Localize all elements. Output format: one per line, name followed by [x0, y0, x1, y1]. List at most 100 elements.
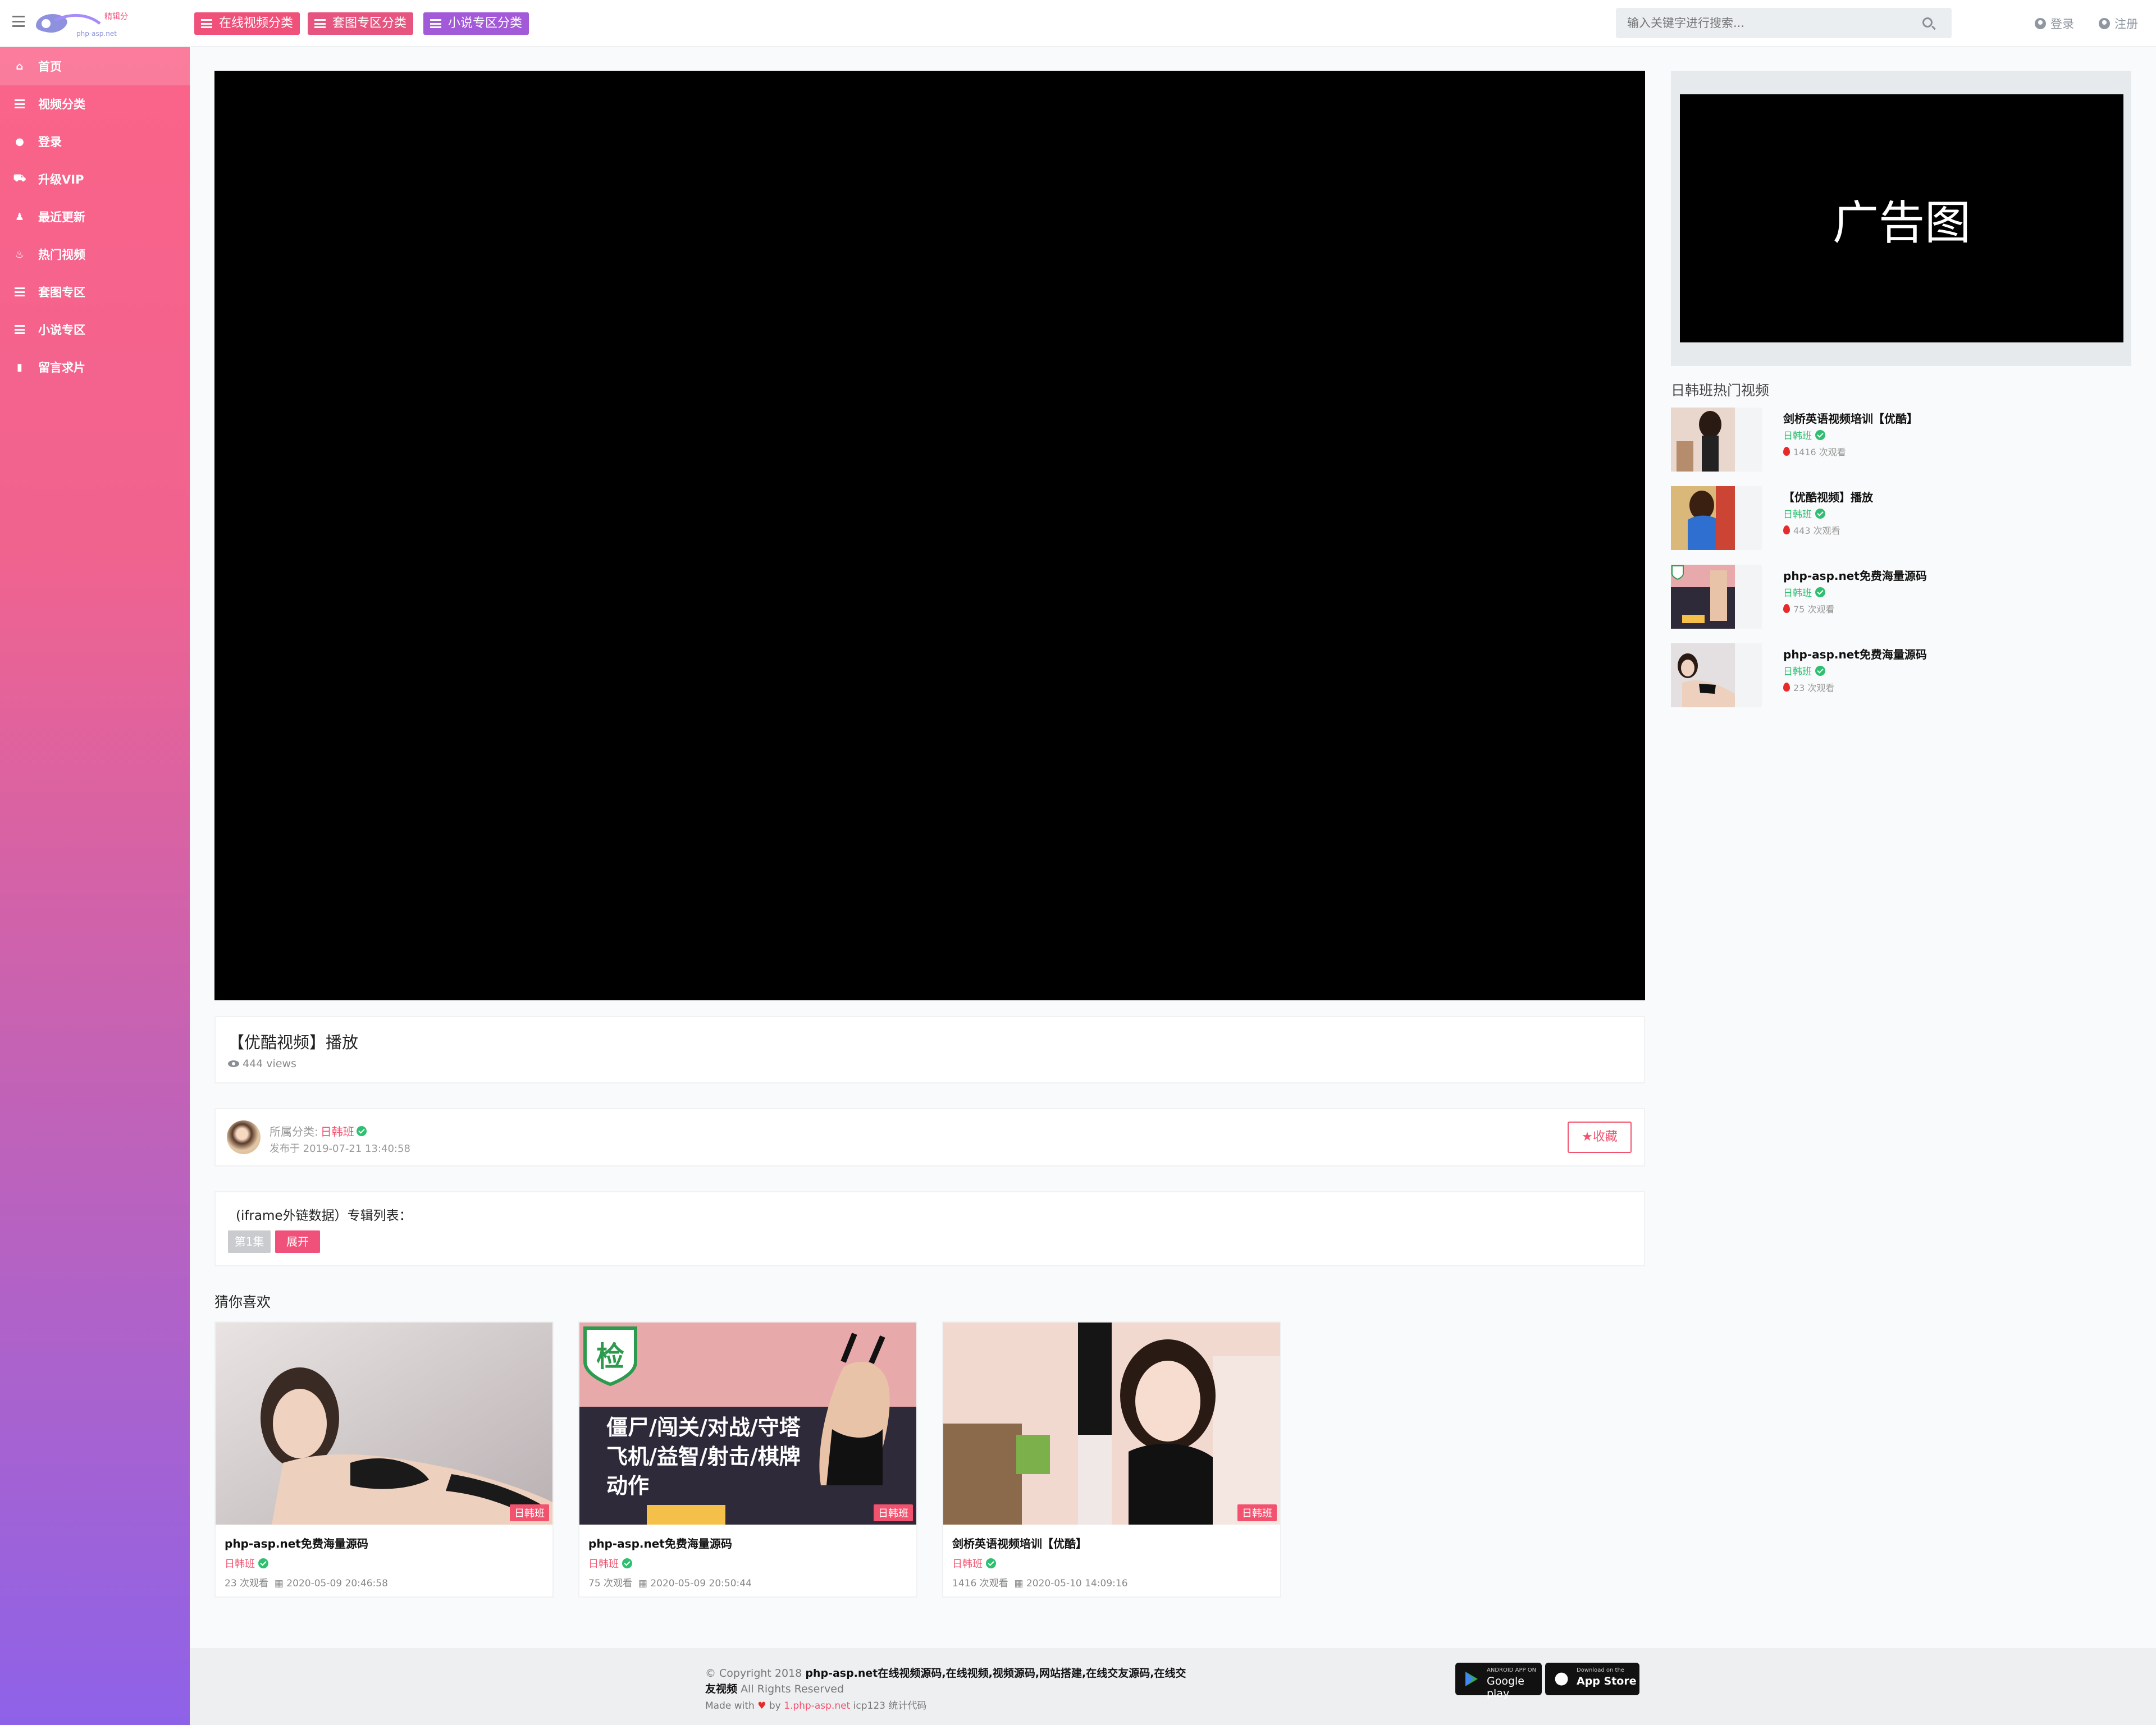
recommend-card[interactable]: 日韩班 php-asp.net免费海量源码 日韩班 23 次观看 ▦ 2020-… — [214, 1321, 554, 1598]
sidebar-item-label: 升级VIP — [38, 173, 84, 186]
sidebar-item-hot[interactable]: ♨ 热门视频 — [0, 235, 190, 273]
avatar[interactable] — [227, 1120, 261, 1154]
sidebar-item-label: 小说专区 — [38, 323, 85, 337]
category-link[interactable]: 日韩班 — [225, 1556, 255, 1571]
fire-icon — [1783, 447, 1790, 456]
episode-list-title: (iframe外链数据）专辑列表： — [236, 1209, 412, 1223]
hot-video-title[interactable]: 【优酷视频】播放 — [1783, 488, 1873, 505]
menu-toggle-icon[interactable] — [12, 16, 25, 27]
register-label: 注册 — [2114, 17, 2138, 31]
sidebar: ⌂ 首页 视频分类 ● 登录 ⛟ 升级VIP ♟ 最近更新 ♨ 热门视频 套图专… — [0, 47, 190, 1725]
view-count: 444 views — [228, 1058, 296, 1070]
sidebar-item-recent[interactable]: ♟ 最近更新 — [0, 198, 190, 236]
hot-video-title[interactable]: php-asp.net免费海量源码 — [1783, 567, 1927, 583]
recommend-card[interactable]: 检 僵尸/闯关/对战/守塔 飞机/益智/射击/棋牌 动作 日韩班 php-asp… — [578, 1321, 917, 1598]
list-icon — [201, 19, 212, 28]
expand-button[interactable]: 展开 — [275, 1230, 320, 1253]
recommend-item-title[interactable]: 剑桥英语视频培训【优酷】 — [952, 1535, 1087, 1551]
hot-video-views: 443 次观看 — [1783, 523, 1840, 537]
thumbnail-shadow — [1735, 565, 1762, 629]
sidebar-item-video-categories[interactable]: 视频分类 — [0, 85, 190, 123]
home-icon: ⌂ — [16, 60, 24, 72]
sidebar-item-gallery[interactable]: 套图专区 — [0, 273, 190, 311]
search-icon[interactable] — [1922, 17, 1933, 28]
login-link[interactable]: 登录 — [2035, 15, 2074, 32]
hot-video-title[interactable]: php-asp.net免费海量源码 — [1783, 646, 1927, 662]
nav-video-categories[interactable]: 在线视频分类 — [194, 12, 300, 35]
hot-video-thumbnail[interactable] — [1671, 643, 1735, 707]
copyright-site-tail: 友视频 — [705, 1683, 738, 1695]
recommend-item-category: 日韩班 — [952, 1556, 996, 1571]
recommend-item-title[interactable]: php-asp.net免费海量源码 — [588, 1535, 732, 1551]
category-link[interactable]: 日韩班 — [1783, 506, 1812, 520]
search-input[interactable] — [1627, 8, 1908, 38]
hot-video-title[interactable]: 剑桥英语视频培训【优酷】 — [1783, 410, 1918, 426]
thumbnail-shadow — [1735, 643, 1762, 707]
hot-video-category: 日韩班 — [1783, 664, 1825, 678]
hot-video-thumbnail[interactable] — [1671, 565, 1735, 629]
list-icon — [314, 19, 326, 28]
recommend-item-category: 日韩班 — [225, 1556, 268, 1571]
badge-text: 检 — [596, 1340, 624, 1373]
footer: © Copyright 2018 php-asp.net在线视频源码,在线视频,… — [190, 1648, 2156, 1725]
verified-icon — [1815, 429, 1825, 440]
sidebar-item-vip[interactable]: ⛟ 升级VIP — [0, 160, 190, 198]
nav-label: 在线视频分类 — [219, 16, 294, 30]
hot-video-thumbnail[interactable] — [1671, 408, 1735, 472]
verified-icon — [1815, 587, 1825, 597]
category-link[interactable]: 日韩班 — [588, 1556, 619, 1571]
hot-video-item[interactable]: 剑桥英语视频培训【优酷】 日韩班 1416 次观看 — [1671, 408, 2131, 473]
episode-1-button[interactable]: 第1集 — [228, 1230, 271, 1253]
category-link[interactable]: 日韩班 — [1783, 664, 1812, 678]
copyright-line-2: 友视频 All Rights Reserved — [705, 1681, 844, 1696]
gear-icon — [2099, 18, 2110, 29]
hot-video-item[interactable]: php-asp.net免费海量源码 日韩班 75 次观看 — [1671, 565, 2131, 630]
category-tag: 日韩班 — [510, 1504, 549, 1521]
footer-link[interactable]: 1.php-asp.net — [784, 1700, 850, 1712]
nav-label: 套图专区分类 — [332, 16, 407, 30]
favorite-button[interactable]: ★收藏 — [1568, 1122, 1632, 1153]
thumbnail-shadow — [1735, 486, 1762, 550]
list-icon — [13, 98, 26, 110]
video-title: 【优酷视频】播放 — [228, 1033, 359, 1052]
ad-banner[interactable]: 广告图 — [1680, 94, 2123, 342]
nav-gallery-categories[interactable]: 套图专区分类 — [308, 12, 414, 35]
hot-video-item[interactable]: 【优酷视频】播放 日韩班 443 次观看 — [1671, 486, 2131, 551]
user-circle-icon: ● — [15, 135, 24, 148]
thumb-text: 僵尸/闯关/对战/守塔 — [606, 1415, 801, 1440]
fire-icon — [1783, 604, 1790, 613]
site-logo[interactable]: 精辑分类 php-asp.net — [33, 7, 136, 38]
sidebar-item-requests[interactable]: ▮ 留言求片 — [0, 348, 190, 386]
recommend-thumbnail[interactable]: 日韩班 — [943, 1323, 1280, 1525]
fire-icon — [1783, 525, 1790, 534]
google-play-icon — [1465, 1672, 1478, 1686]
category-tag: 日韩班 — [1237, 1504, 1277, 1521]
hot-video-thumbnail[interactable] — [1671, 486, 1735, 550]
register-link[interactable]: 注册 — [2099, 15, 2138, 32]
nav-novel-categories[interactable]: 小说专区分类 — [423, 12, 529, 35]
hot-video-views: 23 次观看 — [1783, 680, 1834, 694]
sidebar-item-label: 留言求片 — [38, 361, 85, 374]
nav-label: 小说专区分类 — [448, 16, 523, 30]
sidebar-item-novels[interactable]: 小说专区 — [0, 310, 190, 349]
sidebar-item-login[interactable]: ● 登录 — [0, 122, 190, 161]
recommend-thumbnail[interactable]: 检 僵尸/闯关/对战/守塔 飞机/益智/射击/棋牌 动作 日韩班 — [579, 1323, 916, 1525]
list-icon — [430, 19, 441, 28]
google-play-button[interactable]: ANDROID APP ON Google play — [1455, 1663, 1542, 1700]
recommend-card[interactable]: 日韩班 剑桥英语视频培训【优酷】 日韩班 1416 次观看 ▦ 2020-05-… — [942, 1321, 1281, 1598]
category-link[interactable]: 日韩班 — [952, 1556, 983, 1571]
calendar-icon: ▦ — [1011, 1578, 1026, 1589]
rights-text: All Rights Reserved — [741, 1683, 844, 1695]
category-link[interactable]: 日韩班 — [321, 1123, 354, 1139]
video-player[interactable] — [214, 71, 1645, 1000]
sidebar-item-label: 最近更新 — [38, 211, 85, 224]
top-bar: 精辑分类 php-asp.net 在线视频分类 套图专区分类 小说专区分类 登录… — [0, 0, 2156, 47]
app-store-button[interactable]: ● Download on the App Store — [1545, 1663, 1639, 1695]
recommend-thumbnail[interactable]: 日韩班 — [216, 1323, 552, 1525]
clipboard-icon: ▮ — [17, 361, 22, 373]
hot-video-item[interactable]: php-asp.net免费海量源码 日韩班 23 次观看 — [1671, 643, 2131, 708]
sidebar-item-home[interactable]: ⌂ 首页 — [0, 47, 190, 85]
category-link[interactable]: 日韩班 — [1783, 585, 1812, 599]
recommend-item-title[interactable]: php-asp.net免费海量源码 — [225, 1535, 368, 1551]
category-link[interactable]: 日韩班 — [1783, 428, 1812, 442]
